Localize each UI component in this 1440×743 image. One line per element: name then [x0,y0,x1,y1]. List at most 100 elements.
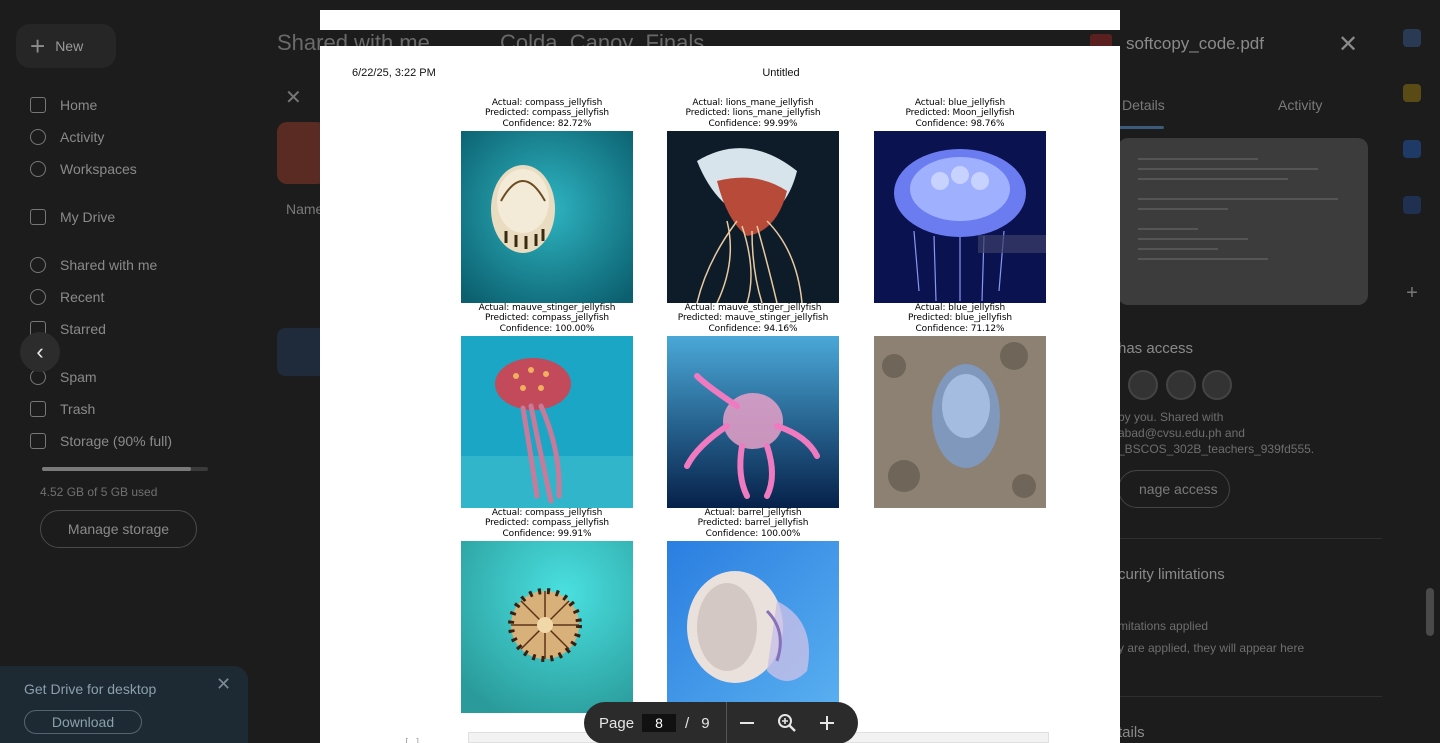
confidence-label: Confidence: 100.00% [499,323,595,334]
scrollbar[interactable] [1426,588,1434,636]
confidence-label: Confidence: 100.00% [705,528,801,539]
page-header-title: Untitled [762,67,800,79]
workspaces-icon [30,161,46,177]
actual-label: Actual: mauve_stinger_jellyfish [684,303,822,313]
sidebar-item-label: Trash [60,401,96,417]
confidence-label: Confidence: 98.76% [915,118,1005,129]
prediction-result: Actual: blue_jellyfish Predicted: blue_j… [874,303,1046,508]
sidebar-item-my-drive[interactable]: My Drive [30,209,115,225]
bell-icon [30,129,46,145]
desktop-promo: Get Drive for desktop ✕ Download [0,666,248,743]
name-column-header[interactable]: Name [286,201,323,217]
home-icon [30,97,46,113]
zoom-icon [777,714,796,732]
sidebar-item-label: My Drive [60,209,116,225]
sidebar-item-storage[interactable]: Storage (90% full) [30,433,172,449]
prediction-result: Actual: barrel_jellyfish Predicted: barr… [667,508,839,713]
drive-icon [30,209,46,225]
predicted-label: Predicted: mauve_stinger_jellyfish [677,313,829,324]
globe-icon [1202,370,1232,400]
code-cell-number: [ ] [404,738,421,743]
predicted-label: Predicted: Moon_jellyfish [905,108,1015,119]
new-button-label: New [55,38,84,54]
people-icon [30,257,46,273]
access-heading: has access [1118,340,1194,357]
file-thumbnail [1118,138,1368,305]
prediction-result: Actual: mauve_stinger_jellyfish Predicte… [461,303,633,508]
sidebar-item-workspaces[interactable]: Workspaces [30,161,137,177]
predicted-label: Predicted: compass_jellyfish [484,313,610,324]
sidebar-item-label: Shared with me [60,257,158,273]
page-number-input[interactable]: 8 [642,714,677,732]
warning-icon [30,433,46,449]
total-pages: 9 [701,714,710,732]
access-text: _BSCOS_302B_teachers_939fd555. [1118,442,1315,456]
jellyfish-image [461,541,633,713]
plus-icon [819,716,834,730]
avatar [1128,370,1158,400]
sidebar-item-label: Activity [60,129,105,145]
sidebar-item-trash[interactable]: Trash [30,401,95,417]
close-icon[interactable]: ✕ [285,85,302,110]
details-heading: tails [1118,724,1145,741]
prediction-result: Actual: compass_jellyfish Predicted: com… [461,508,633,713]
security-text: y are applied, they will appear here [1118,641,1305,655]
sidebar-item-label: Spam [60,369,97,385]
close-icon[interactable]: ✕ [216,674,231,695]
actual-label: Actual: barrel_jellyfish [704,508,802,518]
zoom-in-button[interactable] [807,702,847,743]
page-controls: Page 8 / 9 [584,702,858,743]
jellyfish-image [874,336,1046,508]
sidebar-item-activity[interactable]: Activity [30,129,104,145]
confidence-label: Confidence: 71.12% [915,323,1005,334]
predicted-label: Predicted: lions_mane_jellyfish [685,108,821,119]
jellyfish-image [874,131,1046,303]
sidebar-item-shared[interactable]: Shared with me [30,257,157,273]
add-icon[interactable]: + [1403,283,1421,303]
close-icon[interactable]: ✕ [1338,30,1358,59]
prediction-result: Actual: lions_mane_jellyfish Predicted: … [667,98,839,303]
chevron-left-icon: ‹ [36,339,44,364]
prediction-result: Actual: compass_jellyfish Predicted: com… [461,98,633,303]
jellyfish-image [461,131,633,303]
zoom-fit-button[interactable] [767,702,807,743]
actual-label: Actual: compass_jellyfish [491,98,603,108]
predicted-label: Predicted: compass_jellyfish [484,518,610,529]
contacts-icon[interactable] [1403,196,1421,214]
actual-label: Actual: mauve_stinger_jellyfish [478,303,616,313]
tab-details[interactable]: Details [1122,97,1165,113]
calendar-icon[interactable] [1403,29,1421,47]
predicted-label: Predicted: barrel_jellyfish [697,518,809,529]
trash-icon [30,401,46,417]
sidebar-item-home[interactable]: Home [30,97,97,113]
plus-icon: + [30,31,46,61]
keep-icon[interactable] [1403,84,1421,102]
sidebar-item-label: Home [60,97,98,113]
predicted-label: Predicted: blue_jellyfish [907,313,1013,324]
manage-storage-button[interactable]: Manage storage [40,510,197,548]
tasks-icon[interactable] [1403,140,1421,158]
tab-activity[interactable]: Activity [1278,97,1322,113]
access-text: by you. Shared with [1118,410,1224,424]
prediction-result: Actual: mauve_stinger_jellyfish Predicte… [667,303,839,508]
details-panel: softcopy_code.pdf ✕ Details Activity has… [1088,24,1388,743]
security-heading: curity limitations [1118,566,1225,583]
sidebar-item-recent[interactable]: Recent [30,289,104,305]
sidebar-item-label: Recent [60,289,105,305]
back-button[interactable]: ‹ [20,332,60,372]
zoom-out-button[interactable] [727,702,767,743]
new-button[interactable]: + New [16,24,116,68]
storage-usage: 4.52 GB of 5 GB used [40,485,158,499]
avatar [1166,370,1196,400]
page-label: Page [599,714,635,732]
security-text: mitations applied [1118,619,1209,633]
sidebar-item-label: Storage (90% full) [60,433,173,449]
pdf-page: 6/22/25, 3:22 PM Untitled Actual: compas… [320,46,1120,743]
confidence-label: Confidence: 99.91% [502,528,592,539]
download-button[interactable]: Download [24,710,142,734]
confidence-label: Confidence: 82.72% [502,118,592,129]
manage-access-button[interactable]: nage access [1118,470,1230,508]
predicted-label: Predicted: compass_jellyfish [484,108,610,119]
confidence-label: Confidence: 99.99% [708,118,798,129]
jellyfish-image [667,336,839,508]
